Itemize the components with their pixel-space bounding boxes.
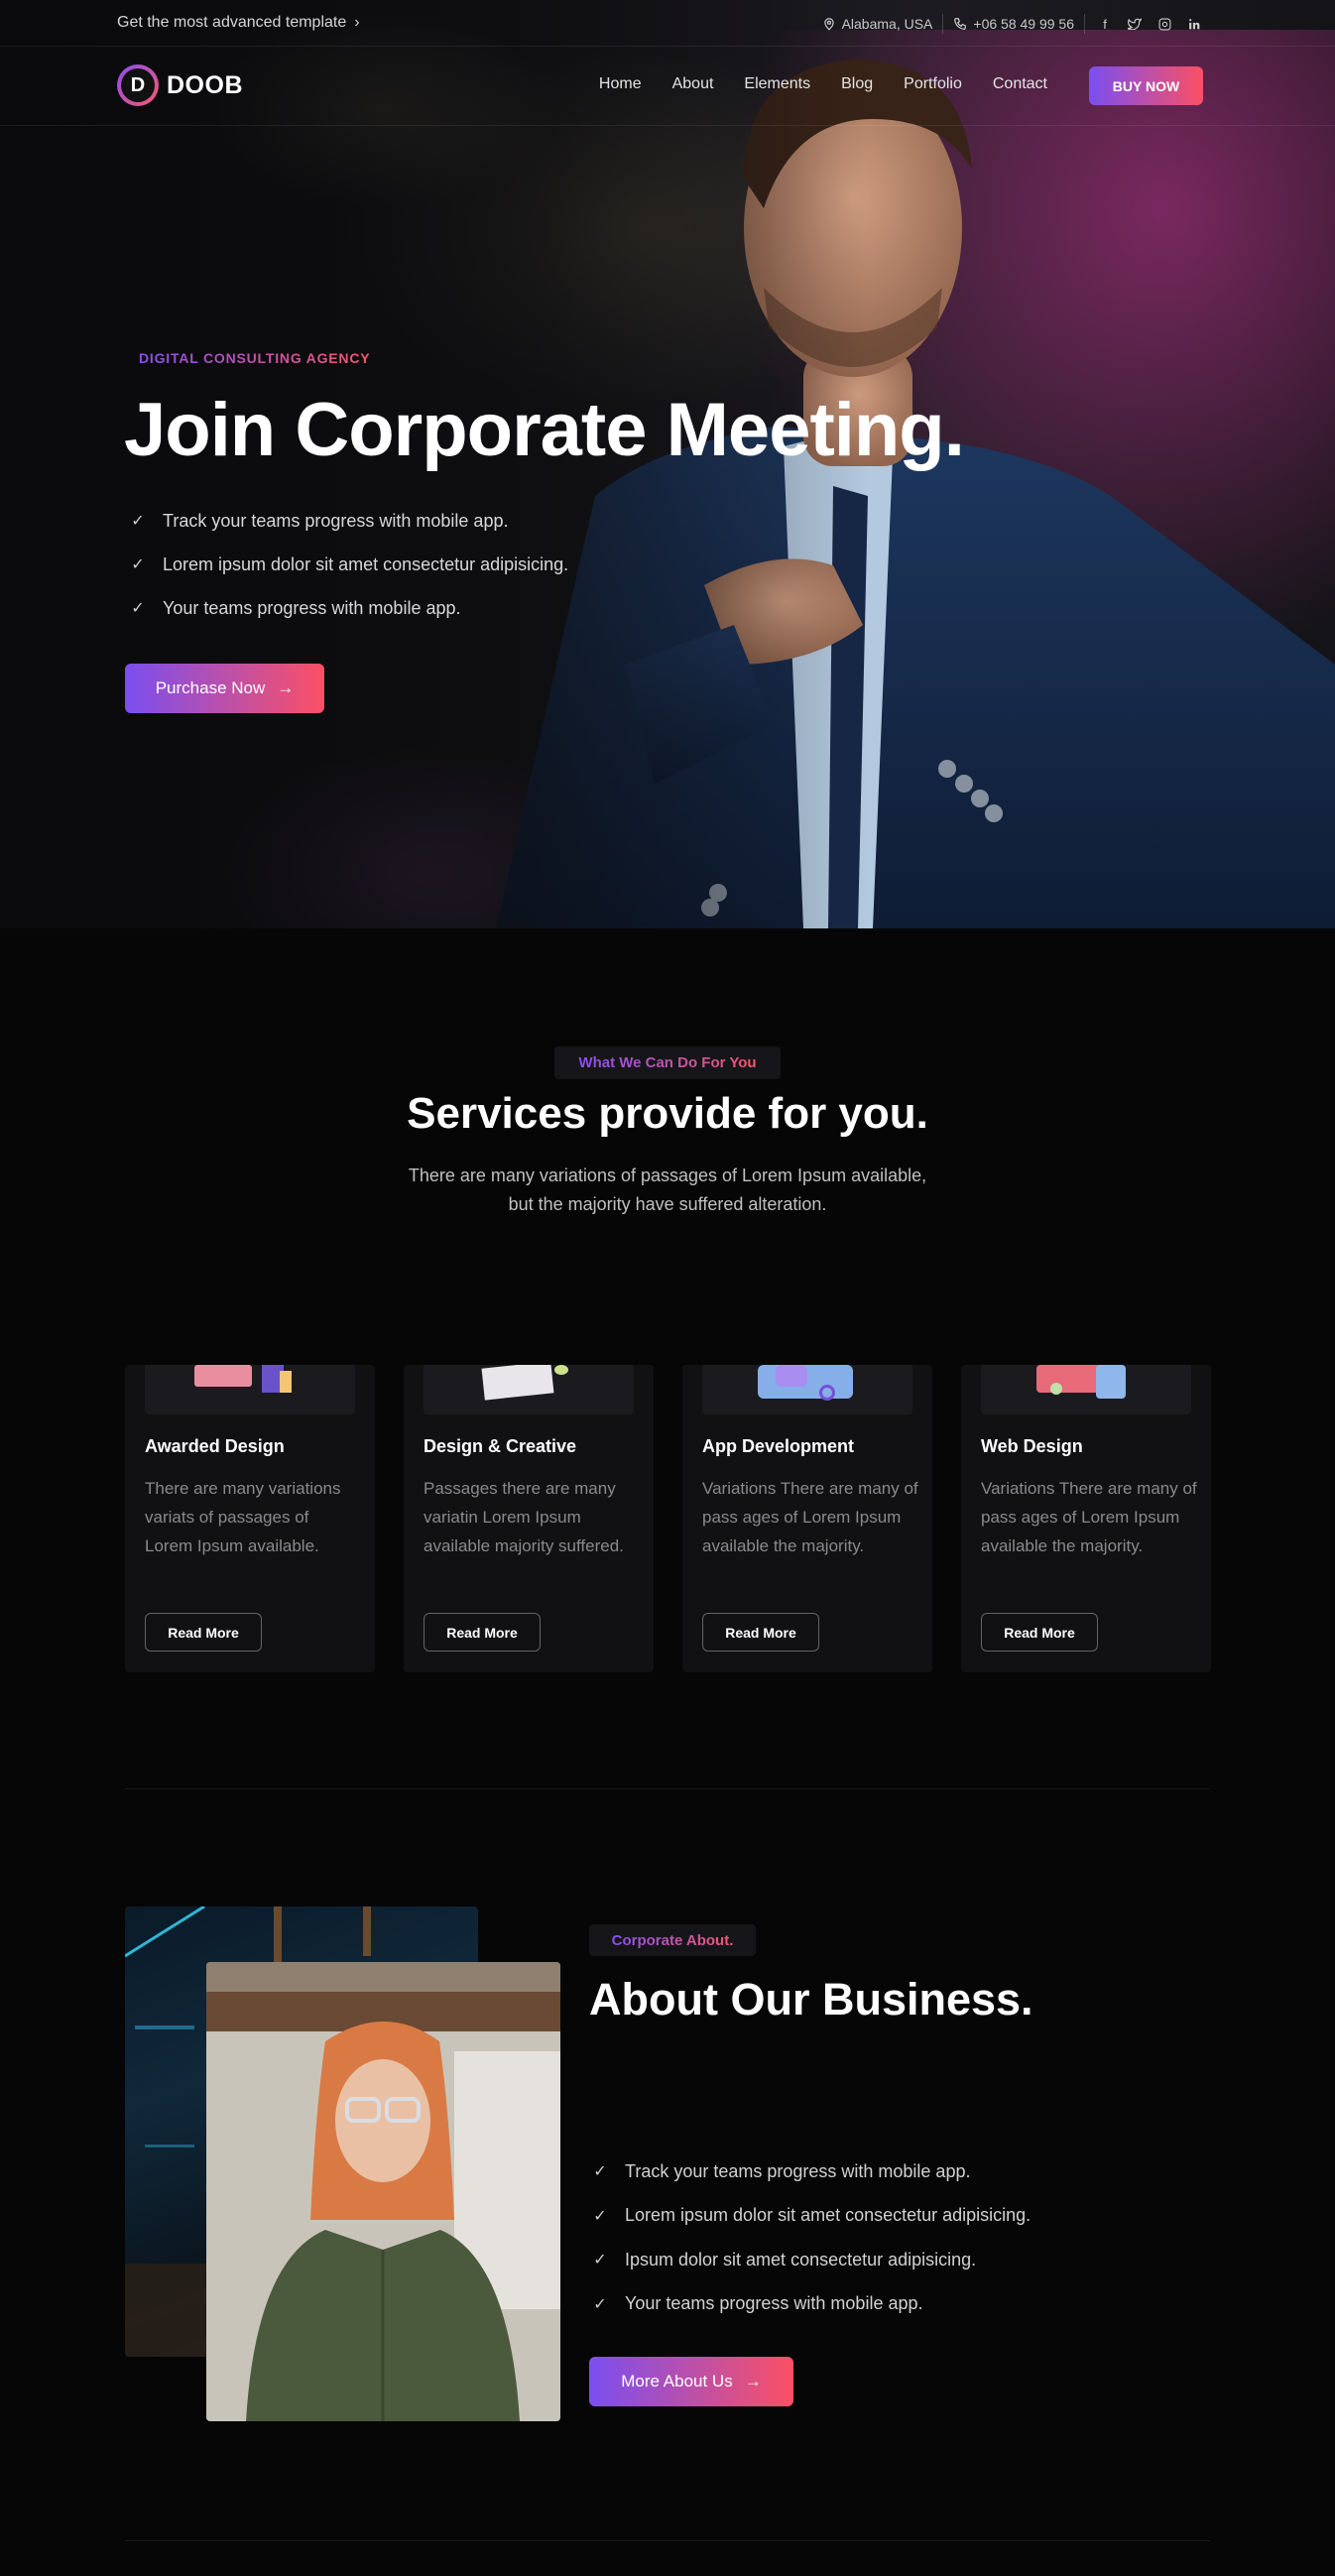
section-divider xyxy=(125,1788,1210,1789)
read-more-button[interactable]: Read More xyxy=(424,1613,541,1652)
purchase-now-button[interactable]: Purchase Now → xyxy=(125,664,324,713)
main-navbar: D DOOB Home About Elements Blog Portfoli… xyxy=(0,48,1335,126)
read-more-button[interactable]: Read More xyxy=(702,1613,819,1652)
card-text: There are many variations variats of pas… xyxy=(145,1479,341,1555)
about-woman-image xyxy=(206,1962,560,2421)
brand-name: DOOB xyxy=(167,70,243,99)
check-icon: ✓ xyxy=(593,2295,607,2313)
list-item: ✓ Your teams progress with mobile app. xyxy=(129,586,568,630)
service-card: App Development Variations There are man… xyxy=(682,1365,932,1672)
arrow-right-icon: → xyxy=(744,2372,762,2391)
check-icon: ✓ xyxy=(593,2252,607,2269)
read-more-button[interactable]: Read More xyxy=(981,1613,1098,1652)
instagram-icon[interactable] xyxy=(1156,16,1172,32)
purchase-now-label: Purchase Now xyxy=(155,678,266,697)
hero-title: Join Corporate Meeting. xyxy=(124,388,965,472)
logo-icon: D xyxy=(117,64,159,106)
about-title: About Our Business. xyxy=(589,1974,1033,2024)
check-icon: ✓ xyxy=(593,2207,607,2225)
location-info: Alabama, USA xyxy=(812,16,943,32)
nav-item-contact[interactable]: Contact xyxy=(993,75,1047,93)
web-design-illustration xyxy=(981,1365,1191,1414)
phone-text: +06 58 49 99 56 xyxy=(973,16,1074,32)
awarded-design-illustration xyxy=(145,1365,355,1414)
more-about-us-label: More About Us xyxy=(621,2372,733,2391)
card-text: Variations There are many of pass ages o… xyxy=(981,1479,1197,1555)
nav-menu: Home About Elements Blog Portfolio Conta… xyxy=(599,75,1047,93)
service-card: Awarded Design There are many variations… xyxy=(125,1365,375,1672)
app-development-illustration xyxy=(702,1365,912,1414)
check-icon: ✓ xyxy=(131,600,145,617)
card-title: App Development xyxy=(702,1436,855,1456)
buy-now-button[interactable]: BUY NOW xyxy=(1089,66,1203,105)
hero-eyebrow: DIGITAL CONSULTING AGENCY xyxy=(139,350,371,366)
services-title: Services provide for you. xyxy=(407,1089,928,1138)
service-card: Design & Creative Passages there are man… xyxy=(404,1365,654,1672)
nav-item-home[interactable]: Home xyxy=(599,75,642,93)
hero-section: Get the most advanced template › Alabama… xyxy=(0,0,1335,928)
section-divider xyxy=(125,2540,1210,2541)
hero-feature-list: ✓ Track your teams progress with mobile a… xyxy=(129,499,568,630)
phone-info[interactable]: +06 58 49 99 56 xyxy=(943,16,1084,32)
more-about-us-button[interactable]: More About Us → xyxy=(589,2357,793,2406)
card-title: Web Design xyxy=(981,1436,1083,1456)
card-text: Variations There are many of pass ages o… xyxy=(702,1479,918,1555)
read-more-button[interactable]: Read More xyxy=(145,1613,262,1652)
services-section: What We Can Do For You Services provide … xyxy=(0,928,1335,1920)
service-cards: Awarded Design There are many variations… xyxy=(125,1365,1211,1672)
arrow-right-icon: → xyxy=(277,678,295,697)
linkedin-icon[interactable] xyxy=(1186,16,1202,32)
promo-link[interactable]: Get the most advanced template › xyxy=(117,14,360,32)
services-eyebrow: What We Can Do For You xyxy=(554,1046,781,1079)
design-creative-illustration xyxy=(424,1365,634,1414)
nav-item-elements[interactable]: Elements xyxy=(744,75,810,93)
nav-item-blog[interactable]: Blog xyxy=(841,75,873,93)
list-item: ✓ Ipsum dolor sit amet consectetur adipis… xyxy=(591,2238,1031,2282)
list-item: ✓ Your teams progress with mobile app. xyxy=(591,2282,1031,2327)
card-title: Design & Creative xyxy=(424,1436,577,1456)
card-text: Passages there are many variatin Lorem I… xyxy=(424,1479,624,1555)
service-card: Web Design Variations There are many of … xyxy=(961,1365,1211,1672)
chevron-right-icon: › xyxy=(354,14,360,31)
facebook-icon[interactable]: f xyxy=(1097,16,1113,32)
about-eyebrow: Corporate About. xyxy=(589,1924,756,1956)
list-item: ✓ Track your teams progress with mobile a… xyxy=(591,2149,1031,2194)
list-item: ✓ Lorem ipsum dolor sit amet consectetur … xyxy=(591,2194,1031,2239)
card-title: Awarded Design xyxy=(145,1436,285,1456)
social-links: f xyxy=(1085,16,1202,32)
brand-logo[interactable]: D DOOB xyxy=(117,64,243,106)
list-item: ✓ Track your teams progress with mobile a… xyxy=(129,499,568,543)
list-item: ✓ Lorem ipsum dolor sit amet consectetur … xyxy=(129,543,568,586)
top-bar: Get the most advanced template › Alabama… xyxy=(0,0,1335,47)
services-description: There are many variations of passages of… xyxy=(408,1165,927,1214)
map-pin-icon xyxy=(823,18,834,31)
check-icon: ✓ xyxy=(131,556,145,573)
promo-text: Get the most advanced template xyxy=(117,14,347,31)
check-icon: ✓ xyxy=(131,513,145,530)
phone-icon xyxy=(954,18,967,30)
twitter-icon[interactable] xyxy=(1127,16,1143,32)
nav-item-portfolio[interactable]: Portfolio xyxy=(904,75,962,93)
about-feature-list: ✓ Track your teams progress with mobile a… xyxy=(591,2149,1031,2326)
check-icon: ✓ xyxy=(593,2163,607,2181)
nav-item-about[interactable]: About xyxy=(672,75,714,93)
location-text: Alabama, USA xyxy=(841,16,933,32)
